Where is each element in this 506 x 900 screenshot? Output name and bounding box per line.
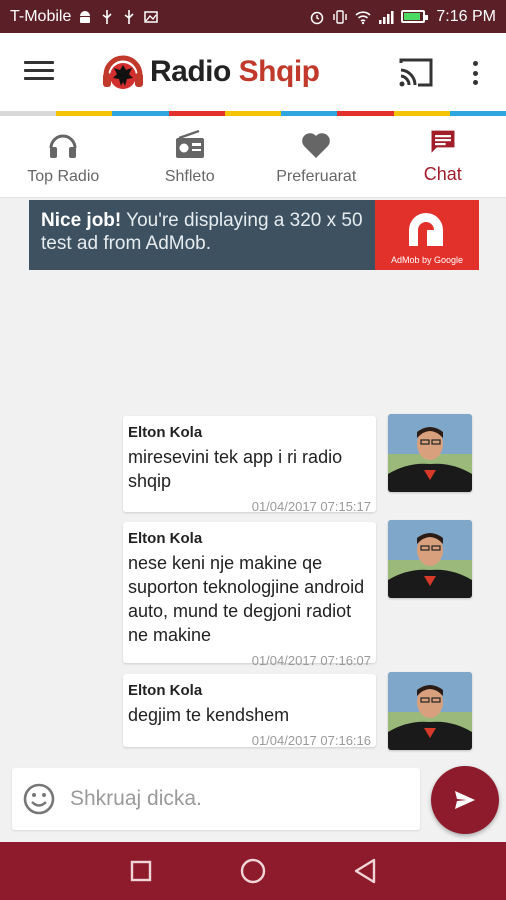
user-photo (388, 520, 472, 598)
tab-preferuarat[interactable]: Preferuarat (253, 116, 380, 197)
ad-brand-caption: AdMob by Google (390, 255, 464, 265)
logo-text-main: Radio (150, 55, 239, 88)
circle-icon (240, 858, 266, 884)
carrier-label: T-Mobile (10, 7, 72, 25)
app-toolbar: Radio Shqip (0, 33, 506, 113)
triangle-back-icon (354, 858, 376, 884)
headphones-icon (49, 134, 77, 158)
ad-headline: Nice job! (41, 210, 122, 231)
user-photo (388, 414, 472, 492)
message-text: nese keni nje makine qe suporton teknolo… (128, 553, 365, 645)
back-button[interactable] (348, 854, 382, 888)
message-input[interactable] (70, 787, 400, 811)
tab-label: Chat (423, 164, 462, 184)
usb-icon (124, 9, 134, 24)
status-bar: T-Mobile 7:16 PM (0, 0, 506, 33)
emoji-icon[interactable] (22, 782, 56, 816)
vibrate-icon (333, 9, 348, 24)
avatar[interactable] (388, 672, 472, 750)
chat-message: Elton Kola degjim te kendshem 01/04/2017… (123, 674, 376, 748)
message-composer (12, 768, 420, 830)
cast-icon[interactable] (398, 57, 434, 89)
send-icon (455, 791, 475, 809)
message-author: Elton Kola (128, 424, 203, 441)
chat-message: Elton Kola miresevini tek app i ri radio… (123, 416, 376, 514)
usb-icon (102, 9, 112, 24)
recent-apps-button[interactable] (124, 854, 158, 888)
ad-text: Nice job! You're displaying a 320 x 50 t… (29, 200, 375, 270)
wifi-icon (355, 10, 371, 24)
message-timestamp: 01/04/2017 07:16:07 (251, 653, 371, 668)
app-logo: Radio Shqip (100, 49, 320, 95)
clock: 7:16 PM (436, 7, 496, 25)
menu-icon[interactable] (24, 61, 54, 85)
android-icon (80, 10, 91, 23)
tab-label: Shfleto (164, 168, 215, 185)
home-button[interactable] (236, 854, 270, 888)
overflow-menu-icon[interactable] (466, 57, 484, 89)
message-text: miresevini tek app i ri radio shqip (128, 447, 343, 491)
admob-logo: AdMob by Google (375, 200, 479, 270)
system-nav-bar (0, 842, 506, 900)
alarm-icon (311, 11, 324, 24)
signal-icon (379, 10, 394, 24)
logo-text-accent: Shqip (238, 55, 320, 88)
message-text: degjim te kendshem (128, 705, 290, 725)
tab-label: Top Radio (27, 168, 100, 185)
chat-icon (431, 130, 455, 153)
message-author: Elton Kola (128, 682, 203, 699)
chat-message: Elton Kola nese keni nje makine qe supor… (123, 522, 376, 668)
battery-icon (401, 10, 429, 23)
tab-label: Preferuarat (276, 168, 357, 185)
avatar[interactable] (388, 414, 472, 492)
message-timestamp: 01/04/2017 07:16:16 (251, 733, 371, 748)
admob-test-banner[interactable]: Nice job! You're displaying a 320 x 50 t… (29, 200, 479, 270)
square-icon (130, 860, 152, 882)
heart-icon (302, 133, 331, 158)
tab-shfleto[interactable]: Shfleto (127, 116, 254, 197)
message-timestamp: 01/04/2017 07:15:17 (251, 499, 371, 514)
image-icon (144, 10, 159, 23)
radio-icon (175, 129, 204, 158)
send-button[interactable] (431, 766, 499, 834)
albanian-eagle-headphones-icon (103, 55, 143, 89)
avatar[interactable] (388, 520, 472, 598)
message-author: Elton Kola (128, 530, 203, 547)
tab-top-radio[interactable]: Top Radio (0, 116, 127, 197)
user-photo (388, 672, 472, 750)
tab-chat[interactable]: Chat (380, 116, 506, 197)
tab-bar: Top Radio Shfleto Preferuarat Chat (0, 116, 506, 198)
admob-icon (409, 213, 443, 246)
